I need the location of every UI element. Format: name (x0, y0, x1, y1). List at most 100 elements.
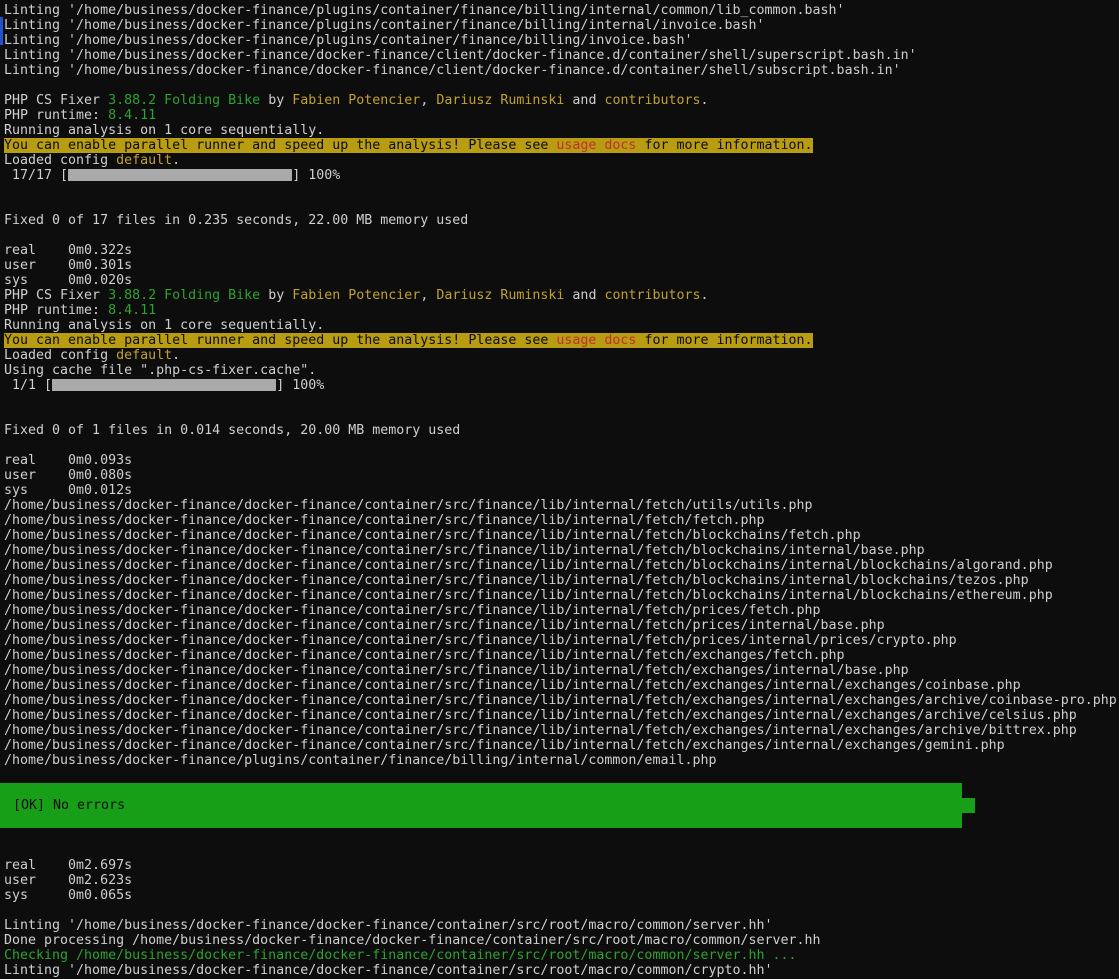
text-segment: Linting '/home/business/docker-finance/d… (4, 918, 773, 933)
linting-log-line: Linting '/home/business/docker-finance/p… (4, 18, 1119, 33)
text-segment: usage docs (556, 333, 636, 348)
file-path-line: /home/business/docker-finance/plugins/co… (4, 753, 1119, 768)
text-segment: contributors (604, 288, 700, 303)
file-path-line: /home/business/docker-finance/docker-fin… (4, 708, 1119, 723)
blank-line (4, 228, 1119, 243)
file-path-line: /home/business/docker-finance/docker-fin… (4, 558, 1119, 573)
blank-line (4, 843, 1119, 858)
text-segment: Linting '/home/business/docker-finance/p… (4, 18, 765, 33)
done-processing-line: Done processing /home/business/docker-fi… (4, 933, 1119, 948)
timing-line: sys 0m0.020s (4, 273, 1119, 288)
text-segment: 8.4.11 (108, 108, 156, 123)
progress-bar-fill (68, 169, 292, 181)
text-segment: real 0m0.322s (4, 243, 132, 258)
text-segment: default (116, 348, 172, 363)
text-segment: Linting '/home/business/docker-finance/p… (4, 3, 845, 18)
file-path-line: /home/business/docker-finance/docker-fin… (4, 513, 1119, 528)
text-segment: /home/business/docker-finance/docker-fin… (4, 573, 1029, 588)
parallel-runner-warning: You can enable parallel runner and speed… (4, 333, 1119, 348)
text-segment: Done processing /home/business/docker-fi… (4, 933, 821, 948)
file-path-line: /home/business/docker-finance/docker-fin… (4, 693, 1119, 708)
text-segment: Using cache file ".php-cs-fixer.cache". (4, 363, 316, 378)
file-path-line: /home/business/docker-finance/docker-fin… (4, 678, 1119, 693)
text-segment: Fabien Potencier (292, 93, 420, 108)
warning-band: You can enable parallel runner and speed… (4, 333, 813, 348)
file-path-line: /home/business/docker-finance/docker-fin… (4, 603, 1119, 618)
text-segment: 3.88.2 Folding Bike (108, 93, 260, 108)
php-runtime-line: PHP runtime: 8.4.11 (4, 303, 1119, 318)
text-segment: Linting '/home/business/docker-finance/p… (4, 33, 692, 48)
blank-line (4, 198, 1119, 213)
blank-line (4, 408, 1119, 423)
timing-line: real 0m2.697s (4, 858, 1119, 873)
text-segment: Linting '/home/business/docker-finance/d… (4, 48, 917, 63)
timing-line: sys 0m0.012s (4, 483, 1119, 498)
text-segment: for more information. (636, 138, 812, 153)
text-segment: sys 0m0.065s (4, 888, 132, 903)
text-segment: PHP runtime: (4, 303, 108, 318)
text-segment: and (564, 93, 604, 108)
text-segment: /home/business/docker-finance/docker-fin… (4, 528, 861, 543)
progress-bar-fill (52, 379, 276, 391)
text-segment: PHP runtime: (4, 108, 108, 123)
file-path-line: /home/business/docker-finance/docker-fin… (4, 633, 1119, 648)
linting-log-line: Linting '/home/business/docker-finance/d… (4, 63, 1119, 78)
text-segment: /home/business/docker-finance/docker-fin… (4, 708, 1077, 723)
checking-log-line: Checking /home/business/docker-finance/d… (4, 948, 1119, 963)
linting-log-line: Linting '/home/business/docker-finance/d… (4, 918, 1119, 933)
analysis-mode-line: Running analysis on 1 core sequentially. (4, 123, 1119, 138)
text-segment: PHP CS Fixer (4, 93, 108, 108)
timing-line: real 0m0.322s (4, 243, 1119, 258)
text-segment: /home/business/docker-finance/docker-fin… (4, 678, 1021, 693)
file-path-line: /home/business/docker-finance/docker-fin… (4, 723, 1119, 738)
text-segment: Linting '/home/business/docker-finance/d… (4, 963, 773, 978)
text-segment: Fixed 0 of 1 files in 0.014 seconds, 20.… (4, 423, 460, 438)
text-segment: [OK] No errors (13, 798, 125, 813)
analysis-mode-line: Running analysis on 1 core sequentially. (4, 318, 1119, 333)
text-segment: Fixed 0 of 17 files in 0.235 seconds, 22… (4, 213, 468, 228)
blank-line (4, 438, 1119, 453)
blank-line (4, 768, 1119, 783)
text-segment: sys 0m0.020s (4, 273, 132, 288)
text-segment: Fabien Potencier (292, 288, 420, 303)
file-path-line: /home/business/docker-finance/docker-fin… (4, 618, 1119, 633)
success-banner (0, 813, 962, 828)
text-segment: Linting '/home/business/docker-finance/d… (4, 63, 901, 78)
text-segment: /home/business/docker-finance/docker-fin… (4, 738, 1005, 753)
blank-line (4, 393, 1119, 408)
text-segment: /home/business/docker-finance/docker-fin… (4, 618, 885, 633)
blank-line (4, 183, 1119, 198)
file-path-line: /home/business/docker-finance/docker-fin… (4, 738, 1119, 753)
text-segment: . (172, 348, 180, 363)
text-segment: , (420, 288, 436, 303)
file-path-line: /home/business/docker-finance/docker-fin… (4, 648, 1119, 663)
timing-line: user 0m0.301s (4, 258, 1119, 273)
text-segment: by (260, 288, 292, 303)
selection-mark (0, 17, 3, 45)
text-segment: 17/17 [ (4, 168, 68, 183)
blank-line (4, 903, 1119, 918)
text-segment: /home/business/docker-finance/docker-fin… (4, 543, 925, 558)
text-segment: Loaded config (4, 153, 116, 168)
success-banner: [OK] No errors (0, 798, 975, 813)
linting-log-line: Linting '/home/business/docker-finance/d… (4, 963, 1119, 978)
blank-line (4, 828, 1119, 843)
timing-line: user 0m2.623s (4, 873, 1119, 888)
text-segment: Dariusz Ruminski (436, 288, 564, 303)
text-segment: user 0m2.623s (4, 873, 132, 888)
cache-file-line: Using cache file ".php-cs-fixer.cache". (4, 363, 1119, 378)
linting-log-line: Linting '/home/business/docker-finance/p… (4, 3, 1119, 18)
text-segment: . (701, 288, 709, 303)
text-segment: Running analysis on 1 core sequentially. (4, 318, 324, 333)
text-segment: You can enable parallel runner and speed… (4, 333, 556, 348)
text-segment: /home/business/docker-finance/docker-fin… (4, 498, 813, 513)
text-segment: Checking /home/business/docker-finance/d… (4, 948, 797, 963)
fixer-version-line: PHP CS Fixer 3.88.2 Folding Bike by Fabi… (4, 288, 1119, 303)
analysis-progress: 1/1 [] 100% (4, 378, 1119, 393)
fixed-summary-line: Fixed 0 of 17 files in 0.235 seconds, 22… (4, 213, 1119, 228)
timing-line: real 0m0.093s (4, 453, 1119, 468)
file-path-line: /home/business/docker-finance/docker-fin… (4, 543, 1119, 558)
timing-line: user 0m0.080s (4, 468, 1119, 483)
analysis-progress: 17/17 [] 100% (4, 168, 1119, 183)
text-segment: 3.88.2 Folding Bike (108, 288, 260, 303)
